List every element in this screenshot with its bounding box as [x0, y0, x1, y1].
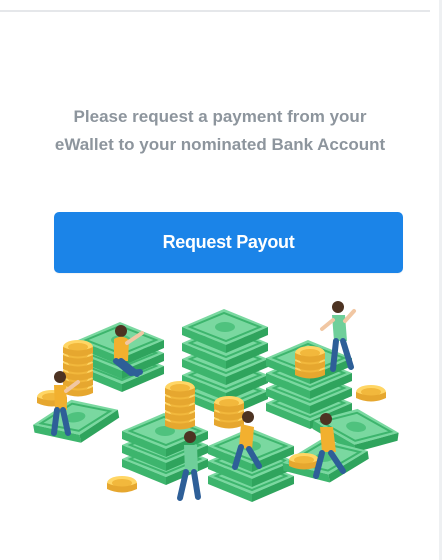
payout-instruction-text: Please request a payment from your eWall… [54, 107, 386, 154]
money-coins-people-illustration-icon [30, 301, 403, 503]
payout-panel: Please request a payment from your eWall… [0, 0, 442, 560]
top-divider [0, 0, 430, 12]
request-payout-button[interactable]: Request Payout [54, 212, 403, 273]
